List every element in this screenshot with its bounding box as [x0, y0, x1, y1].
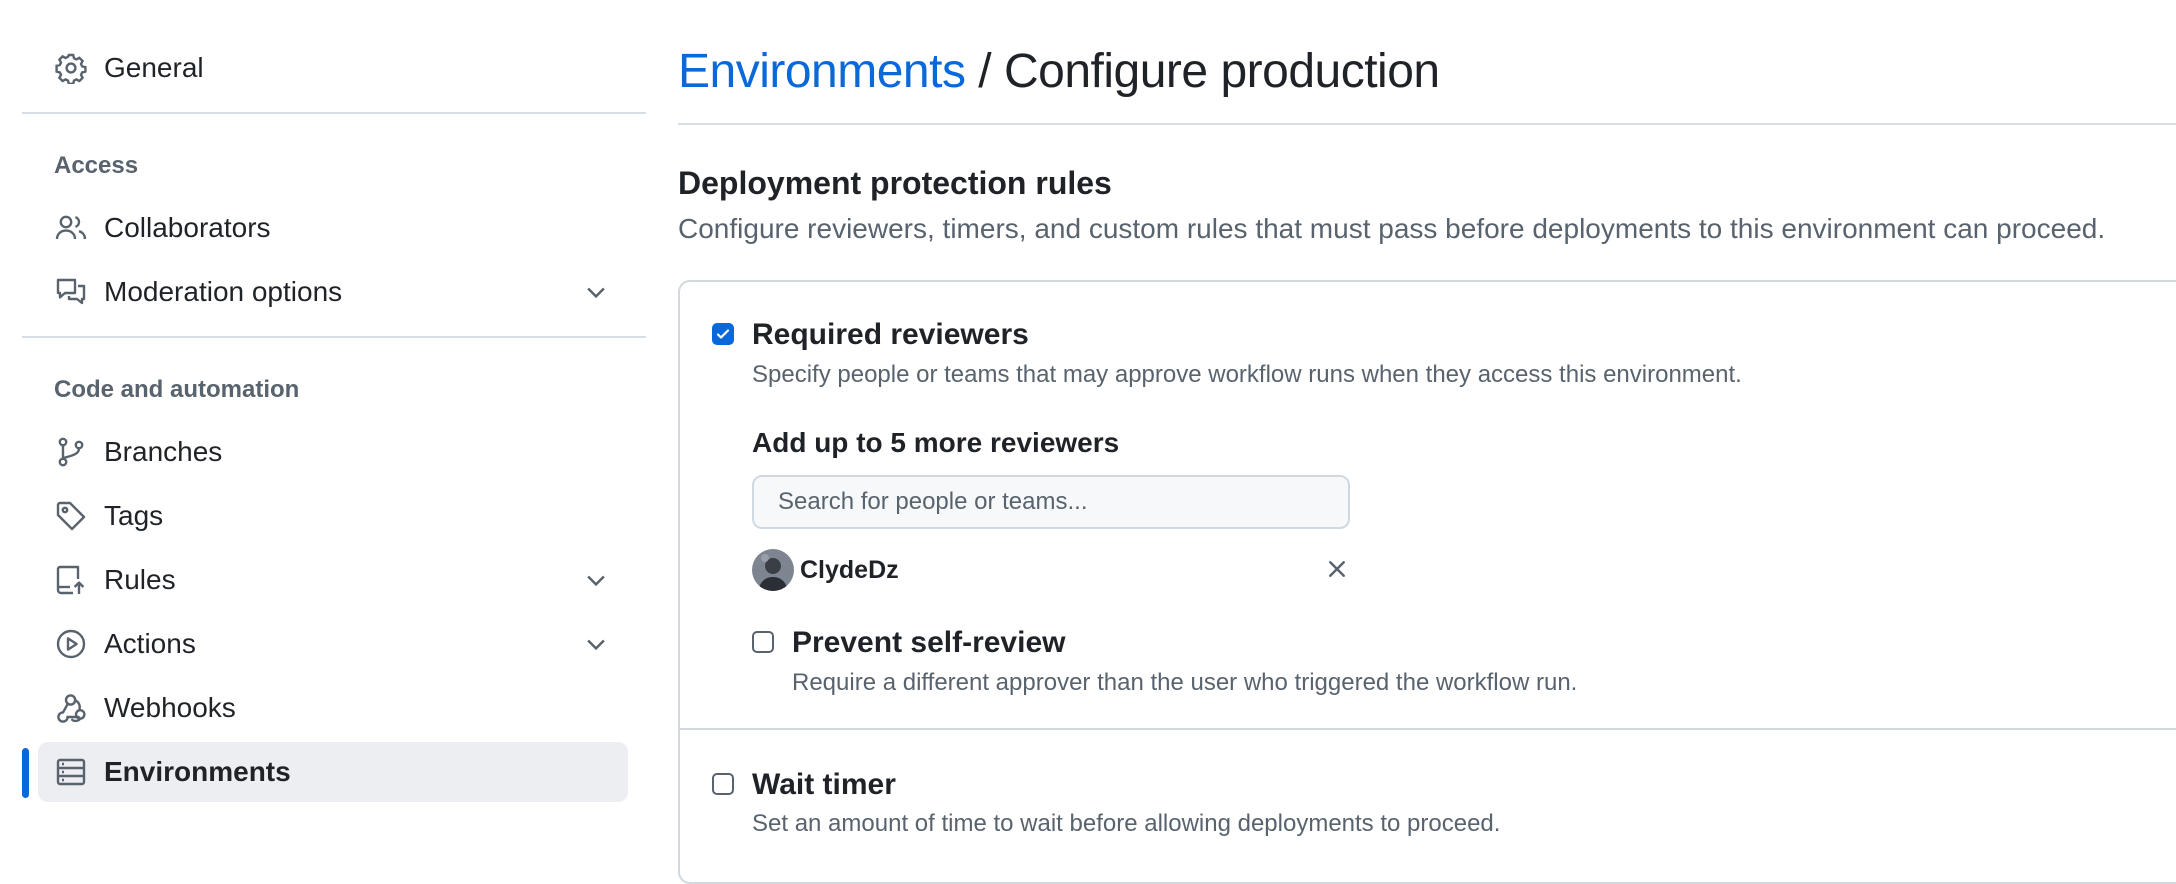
wait-timer-label[interactable]: Wait timer [752, 768, 896, 802]
main-content: Environments / Configure production Depl… [678, 0, 2176, 884]
tag-icon [54, 499, 88, 533]
chevron-down-icon[interactable] [582, 278, 610, 306]
required-reviewers-checkbox[interactable] [712, 323, 734, 345]
sidebar-divider [22, 336, 646, 338]
sidebar-item-label: Environments [104, 756, 291, 787]
sidebar-item-label: Tags [104, 500, 164, 531]
page-title: Environments / Configure production [678, 44, 1440, 99]
active-indicator [22, 748, 29, 798]
remove-reviewer-button[interactable] [1322, 554, 1352, 584]
sidebar-item-collaborators[interactable]: Collaborators [38, 198, 628, 258]
close-icon [1329, 561, 1345, 577]
reviewer-search-input[interactable] [752, 475, 1350, 529]
chevron-down-icon[interactable] [582, 630, 610, 658]
wait-timer-checkbox[interactable] [712, 773, 734, 795]
add-reviewers-label: Add up to 5 more reviewers [752, 427, 1120, 458]
people-icon [54, 211, 88, 245]
section-title: Deployment protection rules [678, 165, 1112, 201]
sidebar-item-general[interactable]: General [38, 38, 628, 98]
rules-divider [678, 728, 2176, 730]
comment-discussion-icon [54, 275, 88, 309]
sidebar-item-label: Collaborators [104, 212, 271, 243]
required-reviewers-description: Specify people or teams that may approve… [752, 361, 1742, 388]
sidebar-item-actions[interactable]: Actions [38, 614, 628, 674]
sidebar-item-branches[interactable]: Branches [38, 422, 628, 482]
avatar [752, 549, 794, 591]
webhook-icon [54, 691, 88, 725]
sidebar-item-label: Branches [104, 436, 223, 467]
sidebar-item-tags[interactable]: Tags [38, 486, 628, 546]
sidebar-item-label: Rules [104, 564, 176, 595]
sidebar-item-label: Actions [104, 628, 196, 659]
sidebar-item-webhooks[interactable]: Webhooks [38, 678, 628, 738]
gear-icon [54, 51, 88, 85]
sidebar-item-label: General [104, 52, 204, 83]
sidebar-section-heading: Code and automation [54, 376, 300, 403]
sidebar-section-heading: Access [54, 152, 139, 179]
sidebar-item-environments[interactable]: Environments [38, 742, 628, 802]
sidebar-item-label: Webhooks [104, 692, 236, 723]
page-title-text: Configure production [1003, 45, 1440, 98]
git-branch-icon [54, 435, 88, 469]
settings-sidebar: General Access Collaborators Moderation … [0, 0, 660, 822]
reviewer-name: ClydeDz [800, 556, 899, 584]
chevron-down-icon[interactable] [582, 566, 610, 594]
wait-timer-description: Set an amount of time to wait before all… [752, 810, 1501, 837]
server-icon [54, 755, 88, 789]
prevent-self-review-description: Require a different approver than the us… [792, 669, 1578, 696]
breadcrumb-separator: / [965, 45, 1004, 98]
sidebar-item-label: Moderation options [104, 276, 343, 307]
check-icon [716, 329, 730, 339]
sidebar-divider [22, 112, 646, 114]
required-reviewers-label[interactable]: Required reviewers [752, 318, 1029, 352]
sidebar-item-moderation-options[interactable]: Moderation options [38, 262, 628, 322]
repo-push-icon [54, 563, 88, 597]
section-description: Configure reviewers, timers, and custom … [678, 213, 2106, 244]
play-icon [54, 627, 88, 661]
prevent-self-review-label[interactable]: Prevent self-review [792, 626, 1065, 660]
title-divider [678, 123, 2176, 125]
breadcrumb-environments-link[interactable]: Environments [678, 45, 966, 98]
prevent-self-review-checkbox[interactable] [752, 631, 774, 653]
sidebar-item-rules[interactable]: Rules [38, 550, 628, 610]
